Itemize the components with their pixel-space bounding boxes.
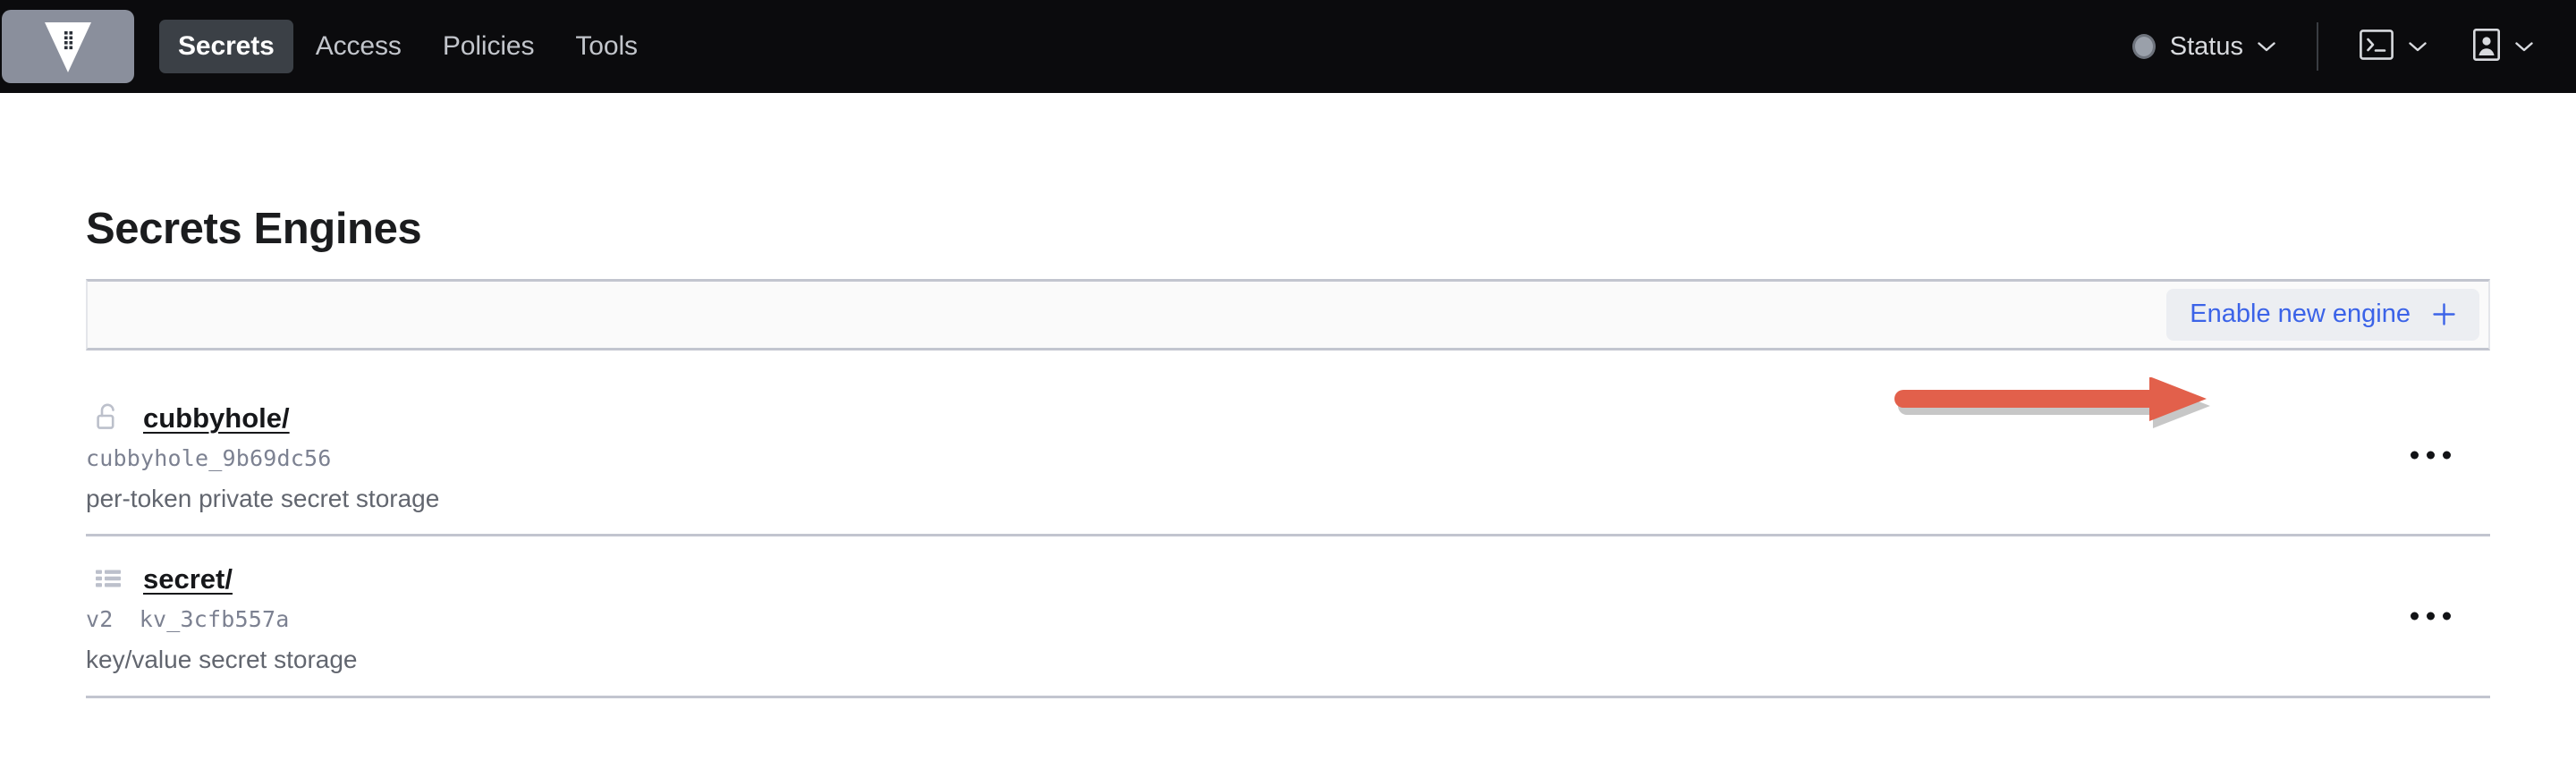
vault-logo-home-link[interactable]	[2, 10, 134, 83]
user-menu-button[interactable]	[2468, 20, 2538, 74]
more-horizontal-icon[interactable]	[2402, 438, 2460, 471]
status-dot-icon	[2131, 34, 2156, 59]
engine-version-badge: v2	[86, 606, 114, 633]
main-navbar: Secrets Access Policies Tools Status	[0, 0, 2576, 93]
main-content: Secrets Engines Enable new engine cubbyh…	[0, 93, 2576, 760]
menu-dot	[2427, 451, 2435, 460]
nav-tab-policies[interactable]: Policies	[424, 20, 554, 73]
menu-dot	[2443, 451, 2451, 460]
nav-tab-tools[interactable]: Tools	[556, 20, 657, 73]
table-row: cubbyhole/ cubbyhole_9b69dc56 per-token …	[86, 376, 2490, 537]
terminal-icon	[2360, 29, 2394, 64]
engine-path-link-cubbyhole[interactable]: cubbyhole/	[143, 404, 290, 432]
navbar-left-section: Secrets Access Policies Tools	[0, 0, 657, 93]
nav-tab-access[interactable]: Access	[297, 20, 420, 73]
chevron-down-icon	[2515, 41, 2533, 52]
unlock-icon	[93, 402, 123, 433]
plus-icon	[2432, 302, 2456, 326]
menu-dot	[2443, 612, 2451, 621]
engine-description: key/value secret storage	[86, 645, 358, 673]
console-toggle-button[interactable]	[2354, 21, 2432, 73]
table-row: secret/ v2 kv_3cfb557a key/value secret …	[86, 536, 2490, 698]
chevron-down-icon	[2258, 41, 2275, 52]
list-icon	[93, 563, 123, 594]
engine-description: per-token private secret storage	[86, 484, 440, 512]
menu-dot	[2411, 451, 2419, 460]
navbar-right-section: Status	[2127, 0, 2576, 93]
engine-header: secret/	[86, 563, 2490, 594]
engine-accessor: v2 kv_3cfb557a	[86, 607, 2490, 632]
primary-nav-tabs: Secrets Access Policies Tools	[159, 20, 657, 73]
engine-accessor: cubbyhole_9b69dc56	[86, 445, 332, 471]
vault-logo-icon	[43, 18, 93, 75]
nav-tab-secrets[interactable]: Secrets	[159, 20, 293, 73]
more-horizontal-icon[interactable]	[2402, 599, 2460, 632]
user-identity-icon	[2472, 28, 2500, 65]
engine-header: cubbyhole/	[86, 402, 2490, 433]
chevron-down-icon	[2409, 41, 2427, 52]
secrets-engines-toolbar: Enable new engine	[86, 279, 2490, 350]
status-label: Status	[2169, 31, 2243, 61]
menu-dot	[2427, 612, 2435, 621]
page-title: Secrets Engines	[86, 205, 422, 253]
engine-accessor-id: kv_3cfb557a	[139, 606, 290, 633]
navbar-divider	[2317, 22, 2318, 71]
status-menu-button[interactable]: Status	[2127, 25, 2281, 69]
secrets-engines-list: cubbyhole/ cubbyhole_9b69dc56 per-token …	[86, 376, 2490, 698]
enable-new-engine-button[interactable]: Enable new engine	[2166, 289, 2479, 341]
menu-dot	[2411, 612, 2419, 621]
enable-new-engine-label: Enable new engine	[2190, 300, 2411, 328]
engine-path-link-secret[interactable]: secret/	[143, 565, 233, 593]
